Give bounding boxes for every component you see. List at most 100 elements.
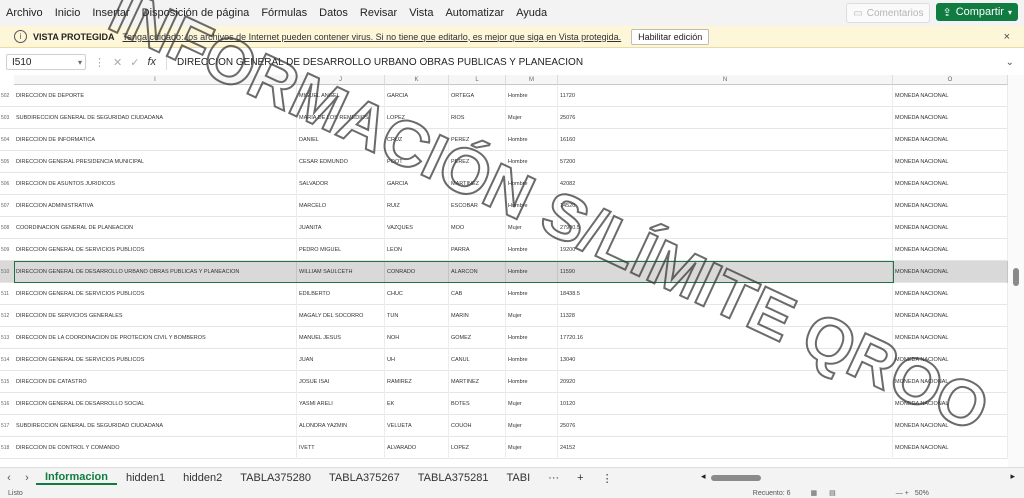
table-cell[interactable]: MONEDA NACIONAL: [893, 371, 1008, 393]
table-cell[interactable]: 11590: [558, 261, 893, 283]
row-number[interactable]: 509: [0, 239, 15, 261]
table-cell[interactable]: 57200: [558, 151, 893, 173]
table-cell[interactable]: Hombre: [506, 349, 558, 371]
table-cell[interactable]: DIRECCION GENERAL DE DESARROLLO SOCIAL: [14, 393, 297, 415]
table-cell[interactable]: RIOS: [449, 107, 506, 129]
table-cell[interactable]: Mujer: [506, 107, 558, 129]
table-row[interactable]: 502 DIRECCION DE DEPORTE MIGUEL ANGEL GARCI…: [0, 85, 1008, 107]
table-cell[interactable]: Mujer: [506, 305, 558, 327]
table-cell[interactable]: 13040: [558, 349, 893, 371]
table-cell[interactable]: MARTINEZ: [449, 371, 506, 393]
table-cell[interactable]: TUN: [385, 305, 449, 327]
menu-datos[interactable]: Datos: [313, 7, 354, 19]
menu-formulas[interactable]: Fórmulas: [255, 7, 313, 19]
table-row[interactable]: 512 DIRECCION DE SERVICIOS GENERALES MAGAL…: [0, 305, 1008, 327]
table-cell[interactable]: EK: [385, 393, 449, 415]
table-row[interactable]: 514 DIRECCION GENERAL DE SERVICIOS PUBLIC…: [0, 349, 1008, 371]
table-cell[interactable]: MOO: [449, 217, 506, 239]
table-cell[interactable]: Mujer: [506, 217, 558, 239]
row-number[interactable]: 513: [0, 327, 15, 349]
table-row[interactable]: 503 SUBDIRECCION GENERAL DE SEGURIDAD CIU…: [0, 107, 1008, 129]
table-cell[interactable]: MONEDA NACIONAL: [893, 151, 1008, 173]
menu-insertar[interactable]: Insertar: [86, 7, 135, 19]
table-cell[interactable]: NOH: [385, 327, 449, 349]
table-cell[interactable]: MONEDA NACIONAL: [893, 173, 1008, 195]
table-row[interactable]: 515 DIRECCION DE CATASTRO JOSUE ISAI RAMIRE…: [0, 371, 1008, 393]
cancel-icon[interactable]: ✕: [113, 56, 122, 69]
table-cell[interactable]: WILLIAM SAULCETH: [297, 261, 385, 283]
table-row[interactable]: 517 SUBDIRECCION GENERAL DE SEGURIDAD CIU…: [0, 415, 1008, 437]
table-row[interactable]: 511 DIRECCION GENERAL DE SERVICIOS PUBLIC…: [0, 283, 1008, 305]
table-cell[interactable]: DANIEL: [297, 129, 385, 151]
table-cell[interactable]: DIRECCION DE LA COORDINACION DE PROTECIO…: [14, 327, 297, 349]
row-number[interactable]: 514: [0, 349, 15, 371]
next-sheet-icon[interactable]: ›: [18, 472, 36, 484]
row-number[interactable]: 508: [0, 217, 15, 239]
menu-vista[interactable]: Vista: [403, 7, 439, 19]
table-cell[interactable]: Mujer: [506, 437, 558, 459]
row-number[interactable]: 505: [0, 151, 15, 173]
table-cell[interactable]: MONEDA NACIONAL: [893, 239, 1008, 261]
table-cell[interactable]: DIRECCION DE ASUNTOS JURIDICOS: [14, 173, 297, 195]
row-number[interactable]: 511: [0, 283, 15, 305]
table-cell[interactable]: MONEDA NACIONAL: [893, 437, 1008, 459]
table-cell[interactable]: 14520: [558, 195, 893, 217]
column-header[interactable]: N: [558, 75, 893, 85]
table-cell[interactable]: DIRECCION DE SERVICIOS GENERALES: [14, 305, 297, 327]
row-number[interactable]: 507: [0, 195, 15, 217]
sheet-tab[interactable]: TABI: [498, 472, 540, 484]
table-cell[interactable]: MONEDA NACIONAL: [893, 195, 1008, 217]
table-cell[interactable]: PEREZ: [449, 151, 506, 173]
table-row[interactable]: 507 DIRECCION ADMINISTRATIVA MARCELO RUIZ ES…: [0, 195, 1008, 217]
table-cell[interactable]: Hombre: [506, 327, 558, 349]
table-cell[interactable]: Hombre: [506, 129, 558, 151]
table-cell[interactable]: MANUEL JESUS: [297, 327, 385, 349]
table-cell[interactable]: GARCIA: [385, 173, 449, 195]
table-cell[interactable]: MARCELO: [297, 195, 385, 217]
table-cell[interactable]: ESCOBAR: [449, 195, 506, 217]
menu-revisar[interactable]: Revisar: [354, 7, 403, 19]
menu-inicio[interactable]: Inicio: [49, 7, 87, 19]
table-cell[interactable]: 25076: [558, 107, 893, 129]
table-cell[interactable]: CRUZ: [385, 129, 449, 151]
table-cell[interactable]: MONEDA NACIONAL: [893, 415, 1008, 437]
row-number[interactable]: 518: [0, 437, 15, 459]
vertical-scroll-thumb[interactable]: [1013, 268, 1019, 286]
comments-button[interactable]: ▭ Comentarios: [846, 3, 931, 23]
table-cell[interactable]: DIRECCION DE DEPORTE: [14, 85, 297, 107]
table-cell[interactable]: ALONDRA YAZMIN: [297, 415, 385, 437]
table-cell[interactable]: LOPEZ: [449, 437, 506, 459]
table-cell[interactable]: MAGALY DEL SOCORRO: [297, 305, 385, 327]
table-cell[interactable]: DIRECCION GENERAL DE SERVICIOS PUBLICOS: [14, 239, 297, 261]
table-cell[interactable]: Mujer: [506, 393, 558, 415]
row-number[interactable]: 510: [0, 261, 15, 283]
prev-sheet-icon[interactable]: ‹: [0, 472, 18, 484]
table-cell[interactable]: 42082: [558, 173, 893, 195]
table-cell[interactable]: CAB: [449, 283, 506, 305]
table-cell[interactable]: Hombre: [506, 283, 558, 305]
protected-view-message[interactable]: Tenga cuidado: los archivos de Internet …: [123, 32, 622, 42]
table-cell[interactable]: DIRECCION GENERAL DE DESARROLLO URBANO O…: [14, 261, 297, 283]
table-cell[interactable]: Mujer: [506, 415, 558, 437]
table-row[interactable]: 513 DIRECCION DE LA COORDINACION DE PROTE…: [0, 327, 1008, 349]
table-cell[interactable]: MONEDA NACIONAL: [893, 85, 1008, 107]
table-cell[interactable]: COUOH: [449, 415, 506, 437]
table-row[interactable]: 504 DIRECCION DE INFORMATICA DANIEL CRUZ PER…: [0, 129, 1008, 151]
table-cell[interactable]: 25076: [558, 415, 893, 437]
table-row[interactable]: 508 COORDINACION GENERAL DE PLANEACION JUA…: [0, 217, 1008, 239]
table-cell[interactable]: MARTINEZ: [449, 173, 506, 195]
table-cell[interactable]: 16160: [558, 129, 893, 151]
sheet-tab[interactable]: TABLA375267: [320, 472, 409, 484]
column-header[interactable]: K: [385, 75, 449, 85]
table-cell[interactable]: MONEDA NACIONAL: [893, 305, 1008, 327]
row-number[interactable]: 504: [0, 129, 15, 151]
menu-automatizar[interactable]: Automatizar: [439, 7, 510, 19]
enable-editing-button[interactable]: Habilitar edición: [631, 28, 710, 45]
spreadsheet-grid[interactable]: I J K L M N O 502 DIRECCION DE DEPORTE MIGUEL ANG…: [0, 75, 1008, 467]
normal-view-icon[interactable]: ▦: [811, 489, 818, 497]
table-row[interactable]: 505 DIRECCION GENERAL PRESIDENCIA MUNICIP…: [0, 151, 1008, 173]
table-cell[interactable]: CESAR EDMUNDO: [297, 151, 385, 173]
table-cell[interactable]: 17720.16: [558, 327, 893, 349]
column-header[interactable]: J: [297, 75, 385, 85]
table-cell[interactable]: MONEDA NACIONAL: [893, 283, 1008, 305]
